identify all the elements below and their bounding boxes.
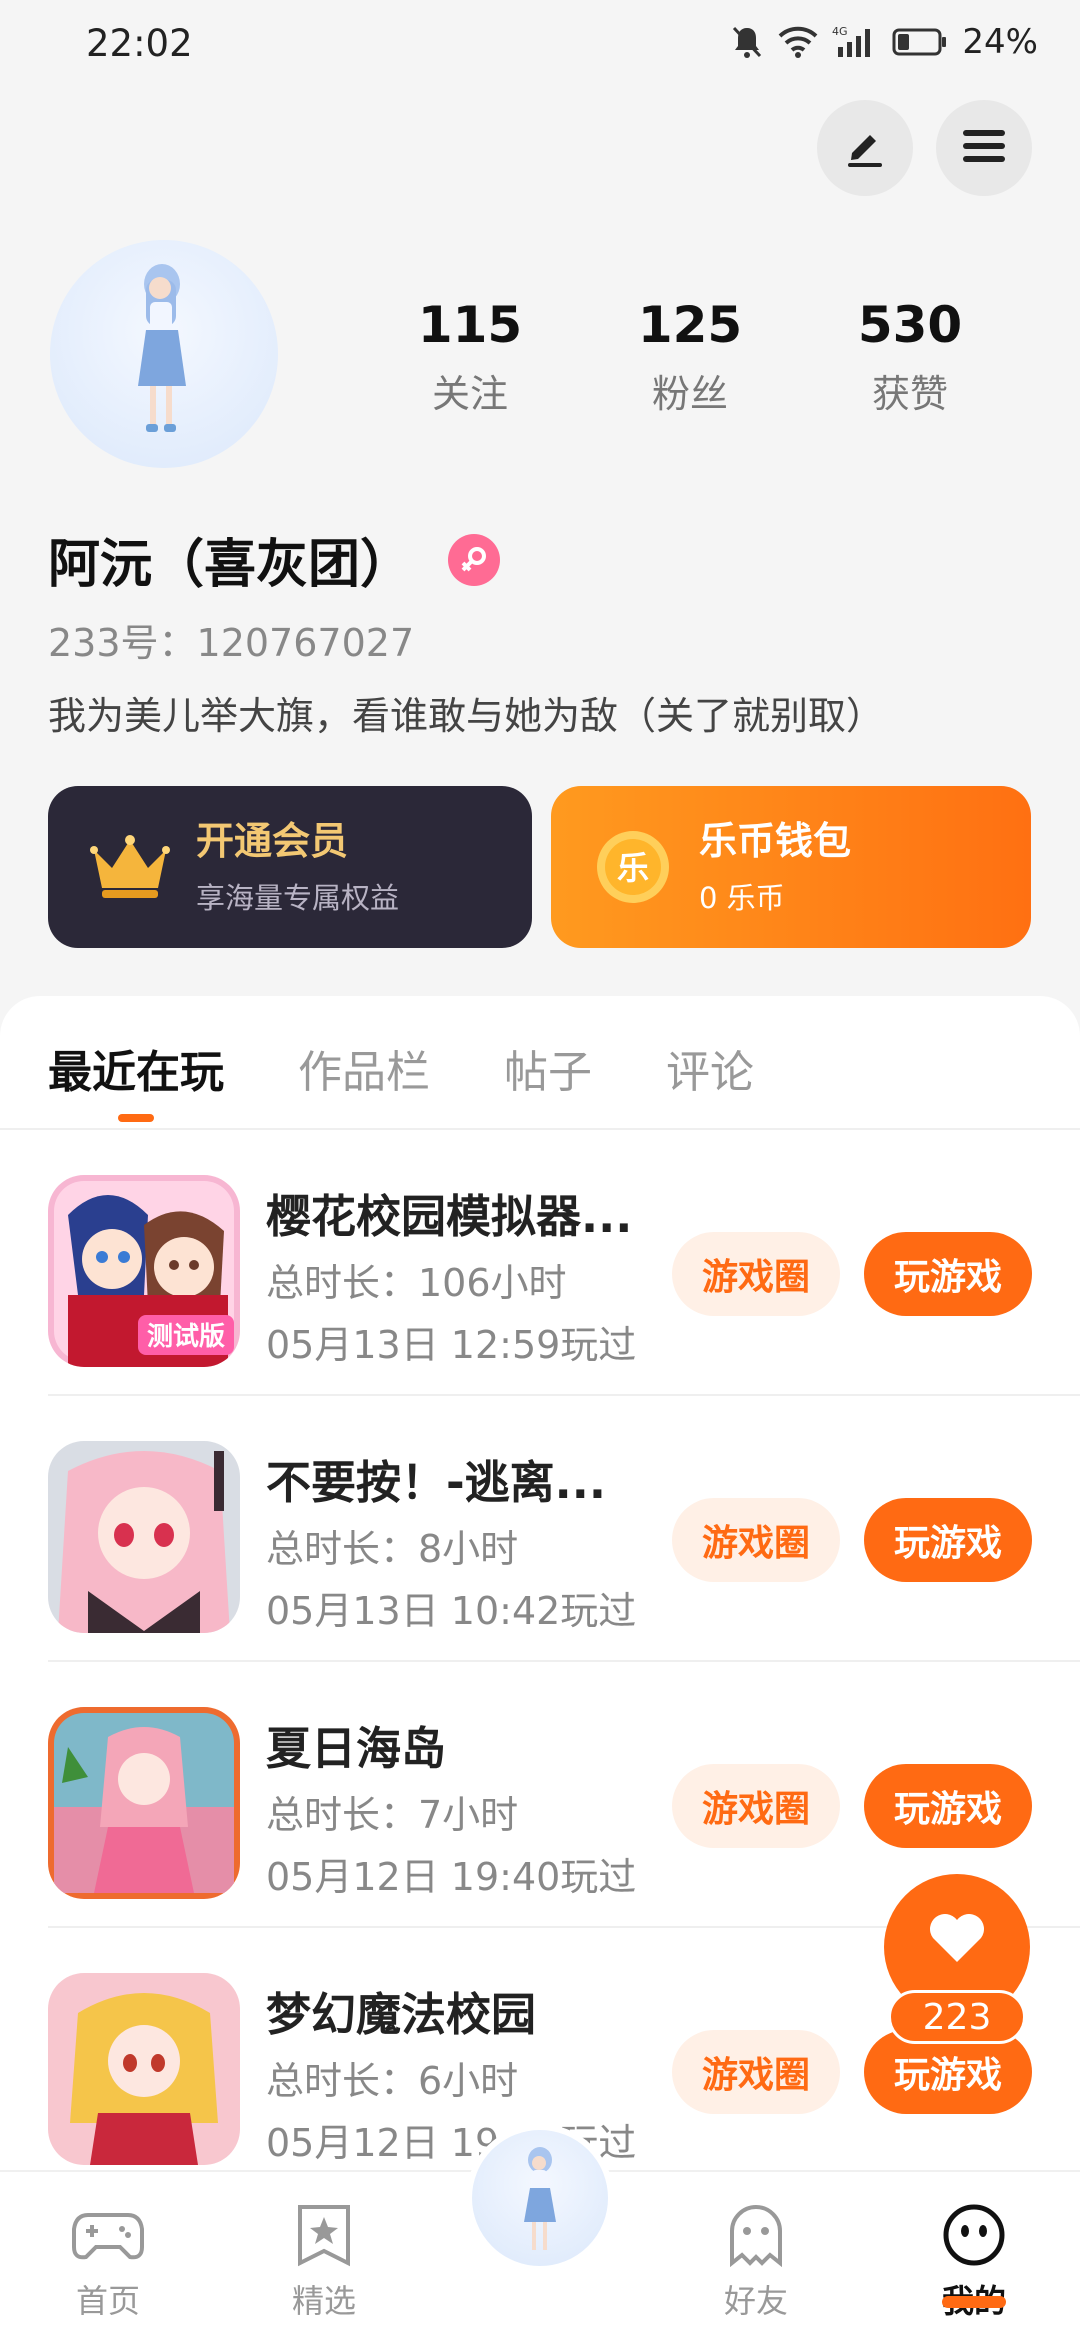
- game-duration: 总时长：6小时: [266, 2059, 519, 2103]
- stat-label: 关注: [431, 372, 508, 416]
- game-duration: 总时长：7小时: [266, 1793, 519, 1837]
- game-title: 夏日海岛: [266, 1722, 447, 1775]
- nav-label: 好友: [723, 2282, 788, 2320]
- game-icon: 测试版: [48, 1175, 240, 1367]
- game-duration: 总时长：8小时: [266, 1527, 519, 1571]
- profile-page: 22:02 4G 24% 115 关注 125 粉丝 530 获赞 阿沅（喜灰团…: [0, 0, 1080, 2340]
- stat-number: 530: [857, 296, 963, 354]
- user-id: 233号：120767027: [48, 621, 415, 665]
- game-title: 樱花校园模拟器...: [266, 1190, 633, 1243]
- game-title: 梦幻魔法校园: [266, 1988, 537, 2041]
- game-circle-button[interactable]: 游戏圈: [672, 1498, 840, 1582]
- stat-likes[interactable]: 530 获赞: [810, 295, 1010, 418]
- crown-icon: [88, 825, 172, 909]
- game-circle-button[interactable]: 游戏圈: [672, 2030, 840, 2114]
- stat-followers[interactable]: 125 粉丝: [590, 295, 790, 418]
- nav-center-avatar[interactable]: [466, 2124, 614, 2272]
- tab-active-indicator: [118, 1114, 154, 1122]
- menu-button[interactable]: [936, 100, 1032, 196]
- game-circle-button[interactable]: 游戏圈: [672, 1764, 840, 1848]
- battery-icon: [892, 27, 948, 57]
- coin-icon: 乐: [591, 825, 675, 909]
- nav-label: 精选: [291, 2282, 356, 2320]
- wallet-card[interactable]: 乐 乐币钱包 0 乐币: [551, 786, 1031, 948]
- nav-home[interactable]: 首页: [38, 2202, 178, 2322]
- tab-recent[interactable]: 最近在玩: [48, 1036, 224, 1122]
- list-item[interactable]: 测试版 樱花校园模拟器... 总时长：106小时 05月13日 12:59玩过 …: [0, 1130, 1080, 1396]
- gamepad-icon: [72, 2202, 144, 2268]
- status-time: 22:02: [86, 22, 193, 65]
- content-tabs: 最近在玩 作品栏 帖子 评论: [48, 1036, 754, 1122]
- tab-label: 作品栏: [298, 1047, 430, 1098]
- vip-card[interactable]: 开通会员 享海量专属权益: [48, 786, 532, 948]
- nav-label: 首页: [75, 2282, 140, 2320]
- tab-comments[interactable]: 评论: [666, 1036, 754, 1106]
- pencil-icon: [842, 123, 888, 173]
- edit-profile-button[interactable]: [817, 100, 913, 196]
- icon-badge-text: 测试版: [147, 1322, 225, 1352]
- stat-number: 125: [637, 296, 743, 354]
- game-last-played: 05月12日 19:40玩过: [266, 1855, 637, 1899]
- wallet-card-text: 乐币钱包 0 乐币: [699, 817, 851, 917]
- game-icon: [48, 1441, 240, 1633]
- star-badge-icon: [288, 2202, 360, 2268]
- mute-bell-icon: [730, 24, 764, 60]
- heart-icon: [927, 1910, 987, 1968]
- nav-friends[interactable]: 好友: [686, 2202, 826, 2322]
- user-bio: 我为美儿举大旗，看谁敢与她为敌（关了就别取）: [48, 694, 885, 738]
- like-count-badge: 223: [888, 1990, 1026, 2044]
- status-bar: 22:02 4G 24%: [0, 0, 1080, 86]
- stat-label: 粉丝: [651, 372, 728, 416]
- profile-stats: 115 关注 125 粉丝 530 获赞: [360, 295, 1020, 418]
- play-game-button[interactable]: 玩游戏: [864, 1232, 1032, 1316]
- bottom-nav: 首页 精选 好友: [0, 2124, 1080, 2340]
- female-icon: [448, 533, 501, 586]
- tab-label: 帖子: [504, 1047, 592, 1098]
- wallet-title: 乐币钱包: [699, 819, 852, 863]
- list-item[interactable]: 不要按！-逃离... 总时长：8小时 05月13日 10:42玩过 游戏圈 玩游…: [0, 1396, 1080, 1662]
- game-circle-button[interactable]: 游戏圈: [672, 1232, 840, 1316]
- game-title: 不要按！-逃离...: [266, 1456, 606, 1509]
- avatar[interactable]: [50, 240, 278, 468]
- vip-subtitle: 享海量专属权益: [196, 881, 400, 915]
- battery-percent: 24%: [962, 22, 1038, 62]
- wallet-balance: 0 乐币: [699, 881, 785, 915]
- signal-4g-icon: 4G: [832, 25, 878, 59]
- svg-text:4G: 4G: [832, 25, 848, 38]
- play-game-button[interactable]: 玩游戏: [864, 1498, 1032, 1582]
- status-icons: 4G 24%: [730, 18, 1038, 66]
- play-game-button[interactable]: 玩游戏: [864, 1764, 1032, 1848]
- vip-title: 开通会员: [196, 819, 349, 863]
- tab-label: 评论: [666, 1047, 754, 1098]
- tab-works[interactable]: 作品栏: [298, 1036, 430, 1106]
- tab-posts[interactable]: 帖子: [504, 1036, 592, 1106]
- name-row: 阿沅（喜灰团）: [48, 522, 501, 597]
- stat-label: 获赞: [871, 372, 948, 416]
- wifi-icon: [778, 26, 818, 58]
- stat-number: 115: [417, 296, 523, 354]
- coin-char: 乐: [617, 849, 649, 887]
- user-name: 阿沅（喜灰团）: [48, 535, 413, 595]
- game-duration: 总时长：106小时: [266, 1261, 567, 1305]
- game-icon: [48, 1707, 240, 1899]
- hamburger-icon: [961, 126, 1007, 170]
- vip-card-text: 开通会员 享海量专属权益: [196, 817, 399, 917]
- nav-active-indicator: [942, 2296, 1006, 2308]
- tab-label: 最近在玩: [48, 1047, 224, 1098]
- smile-face-icon: [938, 2202, 1010, 2268]
- nav-featured[interactable]: 精选: [254, 2202, 394, 2322]
- stat-following[interactable]: 115 关注: [370, 295, 570, 418]
- ghost-icon: [720, 2202, 792, 2268]
- game-last-played: 05月13日 12:59玩过: [266, 1323, 637, 1367]
- game-icon: [48, 1973, 240, 2165]
- game-last-played: 05月13日 10:42玩过: [266, 1589, 637, 1633]
